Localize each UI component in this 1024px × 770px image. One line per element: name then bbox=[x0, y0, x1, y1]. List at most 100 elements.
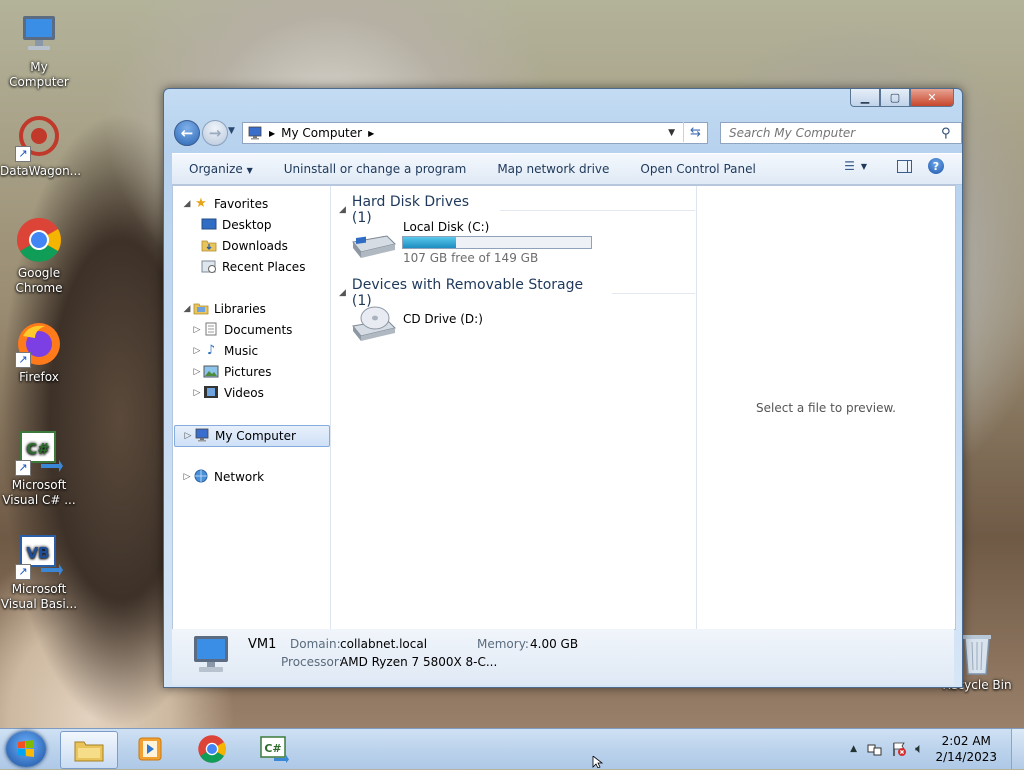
start-button[interactable] bbox=[6, 731, 46, 767]
nav-label: Favorites bbox=[214, 197, 269, 211]
recent-pages-dropdown[interactable]: ▼ bbox=[228, 126, 235, 136]
collapse-arrow-icon[interactable]: ▷ bbox=[182, 431, 194, 441]
show-desktop-button[interactable] bbox=[1011, 729, 1024, 769]
nav-label: Desktop bbox=[222, 218, 272, 232]
preview-pane-button[interactable] bbox=[897, 159, 912, 173]
organize-menu[interactable]: Organize ▼ bbox=[172, 162, 267, 176]
expand-arrow-icon[interactable]: ◢ bbox=[181, 304, 193, 314]
nav-label: Videos bbox=[224, 386, 264, 400]
drive-name: CD Drive (D:) bbox=[403, 312, 483, 326]
content-area: ◢ ★ Favorites Desktop Downloads Recent P… bbox=[172, 185, 956, 630]
taskbar-visual-csharp[interactable]: C# bbox=[246, 731, 302, 767]
desktop-icon-my-computer[interactable]: My Computer bbox=[0, 10, 78, 90]
nav-favorites[interactable]: ◢ ★ Favorites bbox=[181, 194, 269, 214]
folder-icon bbox=[74, 741, 104, 762]
chrome-icon bbox=[15, 216, 63, 264]
breadcrumb-my-computer[interactable]: My Computer bbox=[281, 126, 362, 140]
explorer-window[interactable]: ▁ ▢ ✕ ← → ▼ ▶ My Computer ▶ ▼ ⇆ ⚲ Organi… bbox=[163, 88, 963, 688]
show-hidden-icons-button[interactable]: ▲ bbox=[850, 744, 857, 754]
address-bar[interactable]: ▶ My Computer ▶ ▼ bbox=[242, 122, 708, 144]
cd-drive-icon bbox=[349, 306, 397, 345]
processor-value: AMD Ryzen 7 5800X 8-C... bbox=[340, 655, 498, 669]
collapse-arrow-icon[interactable]: ▷ bbox=[191, 346, 203, 356]
forward-button[interactable]: → bbox=[202, 120, 228, 146]
taskbar-media-player[interactable] bbox=[122, 731, 178, 767]
uninstall-program-button[interactable]: Uninstall or change a program bbox=[267, 162, 481, 176]
desktop-icon-firefox[interactable]: ↗ Firefox bbox=[0, 320, 78, 385]
nav-documents[interactable]: ▷ Documents bbox=[191, 320, 292, 340]
change-view-button[interactable]: ☰ ▼ bbox=[844, 159, 867, 173]
desktop-icon-visual-csharp[interactable]: C# ↗ Microsoft Visual C# ... bbox=[0, 428, 78, 508]
organize-label: Organize bbox=[189, 162, 243, 176]
help-icon[interactable]: ? bbox=[928, 158, 944, 174]
desktop-icon-label: My Computer bbox=[9, 60, 69, 89]
desktop-icon-label: Google Chrome bbox=[15, 266, 63, 295]
desktop-icon-chrome[interactable]: Google Chrome bbox=[0, 216, 78, 296]
desktop-icon bbox=[201, 217, 217, 233]
drive-cd-d[interactable]: CD Drive (D:) bbox=[349, 300, 549, 346]
collapse-arrow-icon[interactable]: ◢ bbox=[339, 205, 346, 215]
volume-icon[interactable]: 🔈︎ bbox=[915, 741, 923, 757]
nav-music[interactable]: ▷ ♪ Music bbox=[191, 341, 259, 361]
maximize-button[interactable]: ▢ bbox=[880, 89, 910, 107]
memory-label: Memory: bbox=[477, 637, 529, 651]
close-button[interactable]: ✕ bbox=[910, 89, 954, 107]
collapse-arrow-icon[interactable]: ▷ bbox=[181, 472, 193, 482]
computer-name: VM1 bbox=[248, 637, 277, 652]
collapse-arrow-icon[interactable]: ▷ bbox=[191, 325, 203, 335]
drive-usage-fill bbox=[403, 237, 457, 248]
collapse-arrow-icon[interactable]: ▷ bbox=[191, 388, 203, 398]
taskbar-chrome[interactable] bbox=[184, 731, 240, 767]
file-list[interactable]: ◢ Hard Disk Drives (1) Local Disk (C:) 1… bbox=[331, 186, 695, 629]
csharp-icon: C# bbox=[260, 736, 289, 763]
pictures-icon bbox=[203, 364, 219, 380]
collapse-arrow-icon[interactable]: ▷ bbox=[191, 367, 203, 377]
nav-libraries[interactable]: ◢ Libraries bbox=[181, 299, 266, 319]
minimize-button[interactable]: ▁ bbox=[850, 89, 880, 107]
nav-videos[interactable]: ▷ Videos bbox=[191, 383, 264, 403]
shortcut-arrow-icon: ↗ bbox=[15, 352, 31, 368]
search-box[interactable]: ⚲ bbox=[720, 122, 962, 144]
drive-local-disk-c[interactable]: Local Disk (C:) 107 GB free of 149 GB bbox=[349, 220, 609, 266]
csharp-icon: C# ↗ bbox=[15, 428, 63, 476]
nav-network[interactable]: ▷ Network bbox=[181, 467, 264, 487]
breadcrumb-arrow-icon[interactable]: ▶ bbox=[368, 129, 374, 138]
desktop-icon-label: Microsoft Visual Basi... bbox=[0, 582, 78, 611]
command-bar: Organize ▼ Uninstall or change a program… bbox=[172, 153, 962, 185]
nav-label: My Computer bbox=[215, 429, 296, 443]
action-center-flag-icon[interactable] bbox=[891, 741, 907, 757]
chevron-down-icon: ▼ bbox=[860, 161, 867, 171]
nav-label: Documents bbox=[224, 323, 293, 337]
open-control-panel-button[interactable]: Open Control Panel bbox=[623, 162, 769, 176]
refresh-button[interactable]: ⇆ bbox=[683, 122, 707, 142]
nav-recent-places[interactable]: Recent Places bbox=[201, 257, 305, 277]
nav-my-computer[interactable]: ▷ My Computer bbox=[174, 425, 330, 447]
nav-downloads[interactable]: Downloads bbox=[201, 236, 288, 256]
view-list-icon: ☰ bbox=[844, 159, 855, 173]
recent-places-icon bbox=[201, 259, 217, 275]
computer-small-icon bbox=[194, 428, 210, 444]
nav-pictures[interactable]: ▷ Pictures bbox=[191, 362, 272, 382]
taskbar-explorer[interactable] bbox=[60, 731, 118, 769]
desktop-icon-datawagon[interactable]: ↗ DataWagon... bbox=[0, 114, 81, 179]
system-tray: ▲ 🔈︎ 2:02 AM 2/14/2023 bbox=[850, 729, 1024, 769]
windows-logo-icon bbox=[18, 740, 34, 757]
navigation-pane[interactable]: ◢ ★ Favorites Desktop Downloads Recent P… bbox=[173, 186, 331, 629]
breadcrumb-arrow-icon[interactable]: ▶ bbox=[269, 129, 275, 138]
desktop-icon-visual-basic[interactable]: VB ↗ Microsoft Visual Basi... bbox=[0, 532, 78, 612]
drive-free-space: 107 GB free of 149 GB bbox=[403, 251, 539, 265]
nav-desktop[interactable]: Desktop bbox=[201, 215, 272, 235]
domain-label: Domain: bbox=[290, 637, 341, 651]
preview-message: Select a file to preview. bbox=[756, 400, 896, 415]
search-input[interactable] bbox=[727, 125, 941, 141]
domain-value: collabnet.local bbox=[340, 637, 428, 651]
back-button[interactable]: ← bbox=[174, 120, 200, 146]
map-network-drive-button[interactable]: Map network drive bbox=[480, 162, 623, 176]
clock[interactable]: 2:02 AM 2/14/2023 bbox=[935, 733, 997, 765]
taskbar: C# ▲ 🔈︎ 2:02 AM 2/14/2023 bbox=[0, 728, 1024, 769]
search-icon[interactable]: ⚲ bbox=[941, 126, 951, 141]
address-dropdown-icon[interactable]: ▼ bbox=[668, 128, 675, 138]
expand-arrow-icon[interactable]: ◢ bbox=[181, 199, 193, 209]
collapse-arrow-icon[interactable]: ◢ bbox=[339, 288, 346, 298]
network-status-icon[interactable] bbox=[867, 741, 883, 757]
